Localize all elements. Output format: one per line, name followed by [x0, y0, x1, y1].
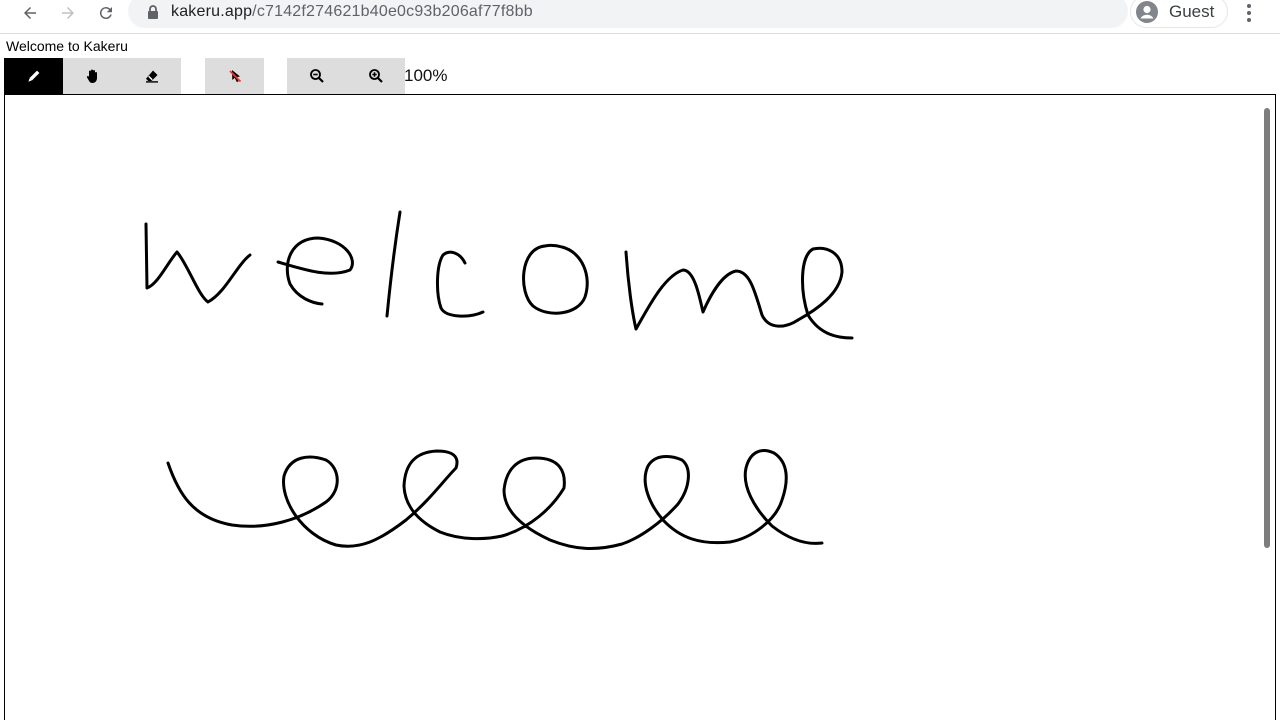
stroke-e	[276, 236, 354, 306]
profile-label: Guest	[1169, 2, 1215, 21]
menu-icon[interactable]	[1238, 2, 1260, 24]
url-text[interactable]: kakeru.app/c7142f274621b40e0c93b206af77f…	[171, 2, 533, 22]
pointer-off-icon	[228, 70, 241, 83]
eraser-icon	[145, 70, 158, 83]
avatar-icon	[1136, 1, 1158, 23]
drawing-canvas[interactable]	[4, 94, 1276, 720]
url-host: kakeru.app	[171, 3, 253, 20]
canvas-drawing	[144, 210, 854, 551]
browser-toolbar: kakeru.app/c7142f274621b40e0c93b206af77f…	[0, 0, 1280, 34]
stroke-w	[144, 222, 252, 304]
reload-button[interactable]	[90, 0, 122, 26]
pencil-icon	[27, 70, 39, 82]
stroke-e2	[796, 246, 854, 340]
stroke-m	[624, 250, 800, 331]
stroke-o	[522, 243, 589, 315]
back-button[interactable]	[14, 0, 46, 26]
zoom-in-icon	[368, 69, 383, 83]
page-title: Welcome to Kakeru	[6, 38, 128, 54]
stroke-c	[436, 250, 485, 318]
reload-icon	[99, 7, 112, 20]
pointer-off-button[interactable]	[205, 58, 264, 94]
eraser-tool-button[interactable]	[122, 58, 181, 94]
forward-button[interactable]	[52, 0, 84, 26]
lock-icon	[148, 5, 158, 19]
hand-icon	[86, 69, 97, 83]
zoom-out-button[interactable]	[287, 58, 346, 94]
zoom-in-button[interactable]	[346, 58, 405, 94]
zoom-out-icon	[309, 69, 324, 83]
hand-tool-button[interactable]	[63, 58, 122, 94]
url-path: /c7142f274621b40e0c93b206af77f8bb	[252, 3, 533, 20]
vertical-scrollbar[interactable]	[1264, 108, 1270, 548]
arrow-right-icon	[62, 7, 74, 19]
arrow-left-icon	[24, 7, 36, 19]
zoom-level: 100%	[404, 66, 448, 85]
stroke-l	[385, 210, 402, 318]
stroke-loops	[166, 449, 824, 551]
pen-tool-button[interactable]	[4, 58, 63, 94]
